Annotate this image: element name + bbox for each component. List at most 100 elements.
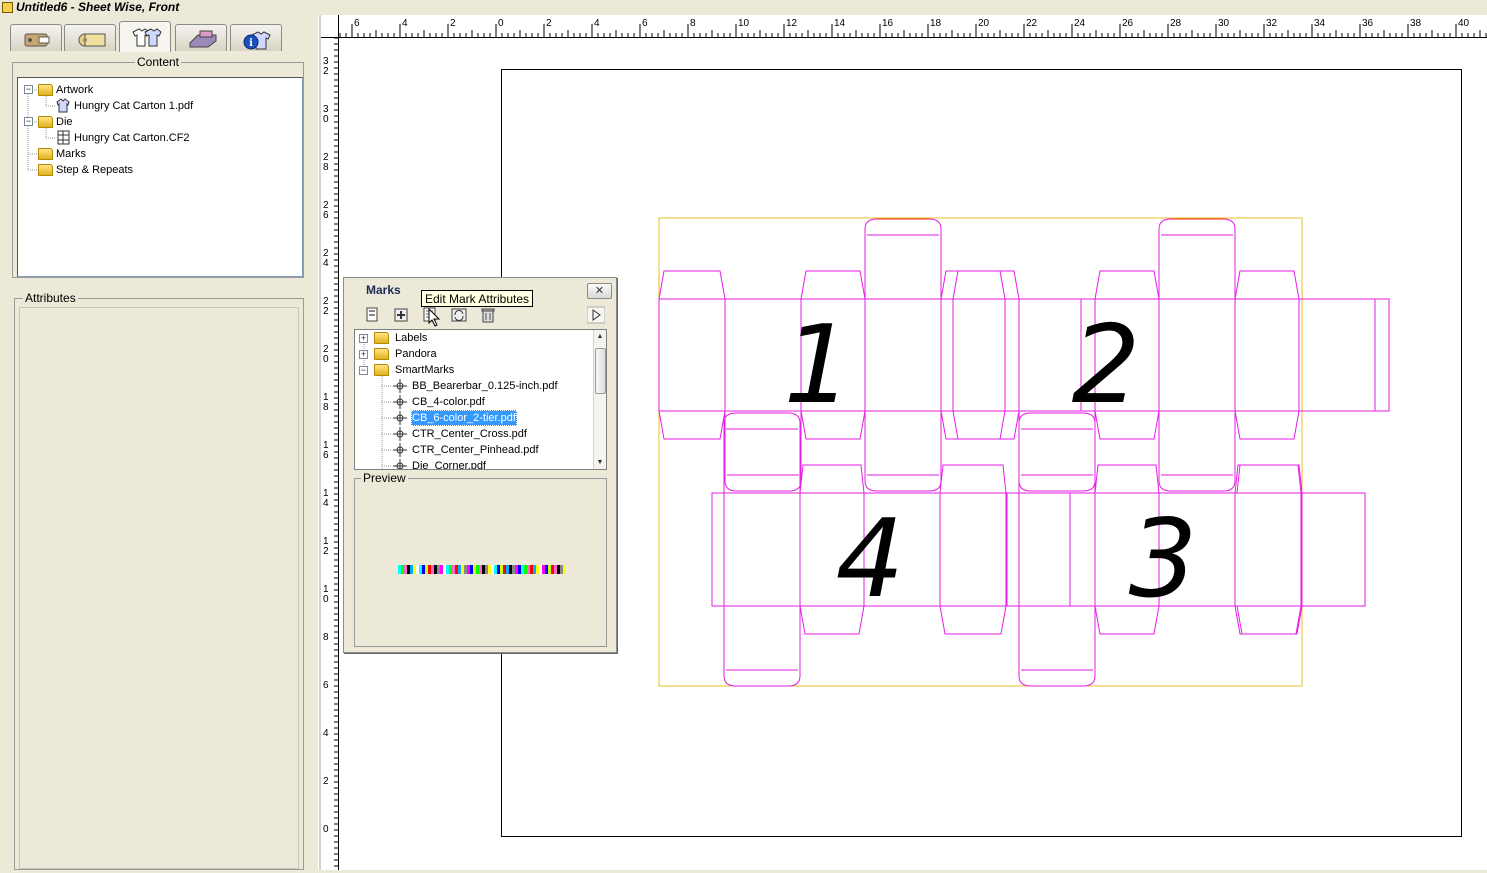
folder-icon xyxy=(38,148,53,160)
refresh-icon xyxy=(451,308,467,322)
marks-dialog-title: Marks xyxy=(366,283,401,297)
app-icon xyxy=(2,2,13,13)
crosshair-mark-icon xyxy=(393,427,407,441)
ruler-left-label: 4 xyxy=(323,498,329,509)
folder-icon xyxy=(374,332,389,344)
ruler-left-ticks: 32302826242220181614121086420 xyxy=(323,37,339,867)
artwork-collapse-toggle[interactable]: − xyxy=(24,85,33,94)
ruler-left-label: 6 xyxy=(323,680,329,691)
crosshair-mark-icon xyxy=(393,379,407,393)
folder-icon xyxy=(38,84,53,96)
attributes-label: Attributes xyxy=(23,291,78,305)
crosshair-mark-icon xyxy=(393,411,407,425)
mouse-cursor-icon xyxy=(428,308,441,327)
ruler-top: 6 4 2 0 2 4 6 8 10 12 14 16 18 20 22 24 26 28 30 32 34 36 38 40 xyxy=(321,15,1487,38)
ruler-top-label: 4 xyxy=(402,18,408,29)
content-group: Content − Artwork Hungry Cat Carton 1.pd… xyxy=(12,55,304,278)
ruler-top-label: 0 xyxy=(498,18,504,29)
ruler-top-label: 4 xyxy=(594,18,600,29)
labels-expand-toggle[interactable]: + xyxy=(359,334,368,343)
pandora-expand-toggle[interactable]: + xyxy=(359,350,368,359)
delete-mark-button[interactable] xyxy=(479,306,497,324)
ruler-left-label: 0 xyxy=(323,824,329,835)
ruler-top-label: 14 xyxy=(834,18,846,29)
left-panel: i Content − Artwork Hungry Cat Carton 1.… xyxy=(0,15,318,870)
content-tree[interactable]: − Artwork Hungry Cat Carton 1.pdf − Die … xyxy=(17,77,303,277)
ruler-top-label: 10 xyxy=(738,18,750,29)
press-sheet[interactable] xyxy=(501,69,1462,837)
ruler-left: 32302826242220181614121086420 xyxy=(321,37,339,870)
attributes-panel xyxy=(19,307,299,869)
ruler-top-label: 32 xyxy=(1266,18,1278,29)
ruler-top-label: 18 xyxy=(930,18,942,29)
ruler-left-label: 4 xyxy=(323,258,329,269)
ruler-top-label: 8 xyxy=(690,18,696,29)
tab-job-info[interactable] xyxy=(10,24,62,51)
panel-tabs: i xyxy=(10,21,310,52)
tab-press[interactable] xyxy=(175,24,227,51)
preview-group: Preview xyxy=(354,471,607,647)
window-title: Untitled6 - Sheet Wise, Front xyxy=(16,0,180,14)
ruler-top-label: 26 xyxy=(1122,18,1134,29)
attributes-group: Attributes xyxy=(14,291,304,870)
scroll-down-arrow-icon[interactable]: ▼ xyxy=(594,456,606,469)
ruler-left-label: 0 xyxy=(323,114,329,125)
ruler-left-label: 0 xyxy=(323,594,329,605)
media-roll-icon xyxy=(78,33,106,47)
tab-content[interactable] xyxy=(119,21,171,52)
folder-icon xyxy=(374,364,389,376)
plus-icon xyxy=(394,308,408,322)
document-icon xyxy=(366,307,378,322)
marks-dialog[interactable]: Marks ✕ + Labels + Pandora − SmartMarks … xyxy=(343,277,617,653)
smartmarks-collapse-toggle[interactable]: − xyxy=(359,366,368,375)
ruler-top-label: 22 xyxy=(1026,18,1038,29)
ruler-left-label: 0 xyxy=(323,354,329,365)
die-file-icon xyxy=(57,130,70,145)
ruler-left-label: 2 xyxy=(323,66,329,77)
ruler-top-label: 2 xyxy=(450,18,456,29)
content-group-label: Content xyxy=(134,55,182,69)
edit-mark-attributes-tooltip: Edit Mark Attributes xyxy=(421,290,534,307)
ruler-left-label: 2 xyxy=(323,776,329,787)
ruler-top-label: 38 xyxy=(1410,18,1422,29)
ruler-top-label: 16 xyxy=(882,18,894,29)
crosshair-mark-icon xyxy=(393,395,407,409)
artwork-shirt-icon xyxy=(56,98,70,113)
marks-scrollbar[interactable]: ▲ ▼ xyxy=(593,330,606,469)
folder-icon xyxy=(38,164,53,176)
tab-media[interactable] xyxy=(64,24,116,51)
refresh-marks-button[interactable] xyxy=(450,306,468,324)
window-title-bar: Untitled6 - Sheet Wise, Front xyxy=(0,0,320,15)
folder-icon xyxy=(38,116,53,128)
color-bar-preview xyxy=(398,565,565,574)
folder-icon xyxy=(374,348,389,360)
crosshair-mark-icon xyxy=(393,443,407,457)
job-info-icon xyxy=(24,33,50,47)
trash-icon xyxy=(481,308,495,323)
marks-close-button[interactable]: ✕ xyxy=(587,283,612,299)
add-mark-button[interactable] xyxy=(363,306,381,324)
ruler-top-label: 24 xyxy=(1074,18,1086,29)
play-arrow-icon xyxy=(586,306,606,324)
ruler-top-ticks: 6 4 2 0 2 4 6 8 10 12 14 16 18 20 22 24 26 28 30 32 34 36 38 40 xyxy=(339,18,1487,38)
ruler-top-label: 34 xyxy=(1314,18,1326,29)
ruler-top-label: 12 xyxy=(786,18,798,29)
ruler-left-label: 6 xyxy=(323,210,329,221)
ruler-left-label: 8 xyxy=(323,632,329,643)
marks-tree[interactable]: + Labels + Pandora − SmartMarks BB_Beare… xyxy=(354,329,607,470)
press-icon xyxy=(189,30,217,48)
ruler-left-label: 2 xyxy=(323,546,329,557)
die-collapse-toggle[interactable]: − xyxy=(24,117,33,126)
ruler-top-label: 36 xyxy=(1362,18,1374,29)
ruler-top-label: 30 xyxy=(1218,18,1230,29)
ruler-top-label: 28 xyxy=(1170,18,1182,29)
marks-menu-button[interactable] xyxy=(586,306,606,324)
ruler-top-label: 2 xyxy=(546,18,552,29)
scroll-up-arrow-icon[interactable]: ▲ xyxy=(594,330,606,343)
ruler-left-label: 2 xyxy=(323,306,329,317)
new-mark-button[interactable] xyxy=(392,306,410,324)
tab-info[interactable]: i xyxy=(230,24,282,51)
svg-text:i: i xyxy=(249,38,253,49)
ruler-left-label: 6 xyxy=(323,450,329,461)
scroll-thumb[interactable] xyxy=(595,348,606,394)
